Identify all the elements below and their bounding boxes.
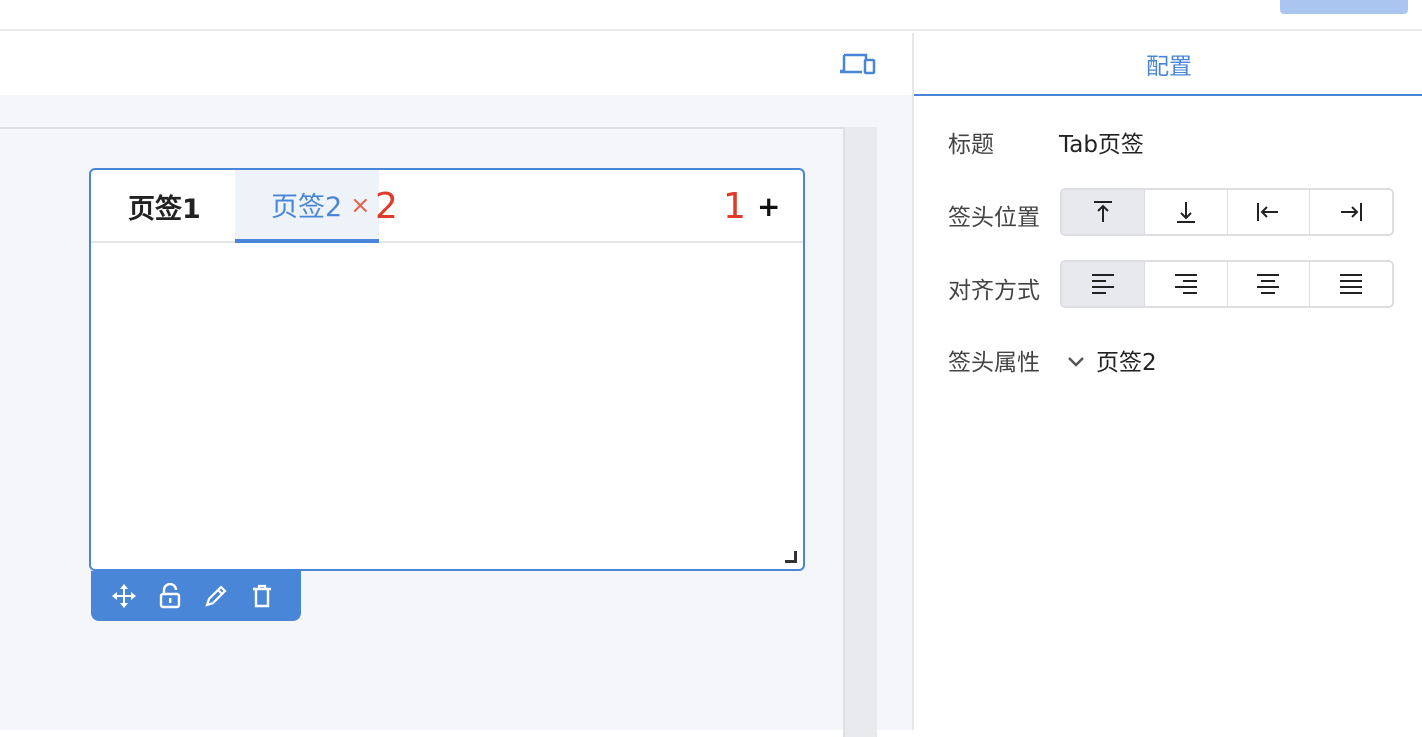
edit-icon[interactable] (203, 583, 229, 609)
position-right-button[interactable] (1310, 190, 1392, 234)
align-center-button[interactable] (1228, 262, 1311, 306)
top-bar (0, 0, 1422, 31)
add-tab-button[interactable]: + (757, 190, 780, 223)
position-left-button[interactable] (1228, 190, 1311, 234)
title-value[interactable]: Tab页签 (1059, 125, 1144, 159)
align-label: 对齐方式 (948, 278, 1040, 304)
left-align-icon (1257, 203, 1279, 221)
align-center-icon (1257, 274, 1280, 294)
position-button-group (1060, 188, 1394, 236)
widget-toolbar (91, 571, 301, 621)
annotation-2: 2 (375, 186, 398, 227)
align-button-group (1060, 260, 1394, 308)
move-icon[interactable] (111, 583, 137, 609)
tab-config[interactable]: 配置 (914, 33, 1422, 96)
tab-attr-value[interactable]: 页签2 (1096, 343, 1157, 377)
canvas-scrollbar[interactable] (845, 127, 877, 737)
top-action-button[interactable] (1280, 0, 1408, 14)
device-preview-icon[interactable] (840, 51, 876, 79)
position-bottom-button[interactable] (1145, 190, 1228, 234)
lock-icon[interactable] (157, 583, 183, 609)
tab-2-label: 页签2 (271, 192, 343, 223)
tab-config-label: 配置 (1146, 53, 1192, 80)
chevron-down-icon[interactable] (1066, 351, 1086, 371)
canvas-header (0, 33, 912, 95)
tab-2[interactable]: 页签2 × (235, 170, 379, 243)
config-panel: 配置 标题 Tab页签 签头位置 对齐方式 签头属性 页签2 (912, 33, 1422, 730)
tab-1-label: 页签1 (128, 194, 201, 225)
tab-close-icon[interactable]: × (350, 191, 370, 219)
align-justify-icon (1340, 274, 1363, 294)
position-top-button[interactable] (1062, 190, 1145, 234)
top-align-icon (1093, 201, 1112, 222)
align-right-button[interactable] (1145, 262, 1228, 306)
annotation-1: 1 (723, 186, 746, 227)
align-right-icon (1174, 274, 1197, 294)
resize-handle[interactable] (785, 551, 797, 563)
right-align-icon (1341, 203, 1363, 221)
tab-attr-label: 签头属性 (948, 350, 1040, 376)
tabs-header: 页签1 页签2 × 2 1 + (91, 170, 803, 243)
align-left-icon (1091, 274, 1114, 294)
tab-1[interactable]: 页签1 (128, 170, 201, 243)
tabs-widget[interactable]: 页签1 页签2 × 2 1 + (89, 168, 805, 571)
bottom-align-icon (1176, 202, 1195, 223)
position-label: 签头位置 (948, 205, 1040, 231)
align-justify-button[interactable] (1310, 262, 1392, 306)
delete-icon[interactable] (249, 583, 275, 609)
align-left-button[interactable] (1062, 262, 1145, 306)
title-label: 标题 (948, 132, 994, 158)
